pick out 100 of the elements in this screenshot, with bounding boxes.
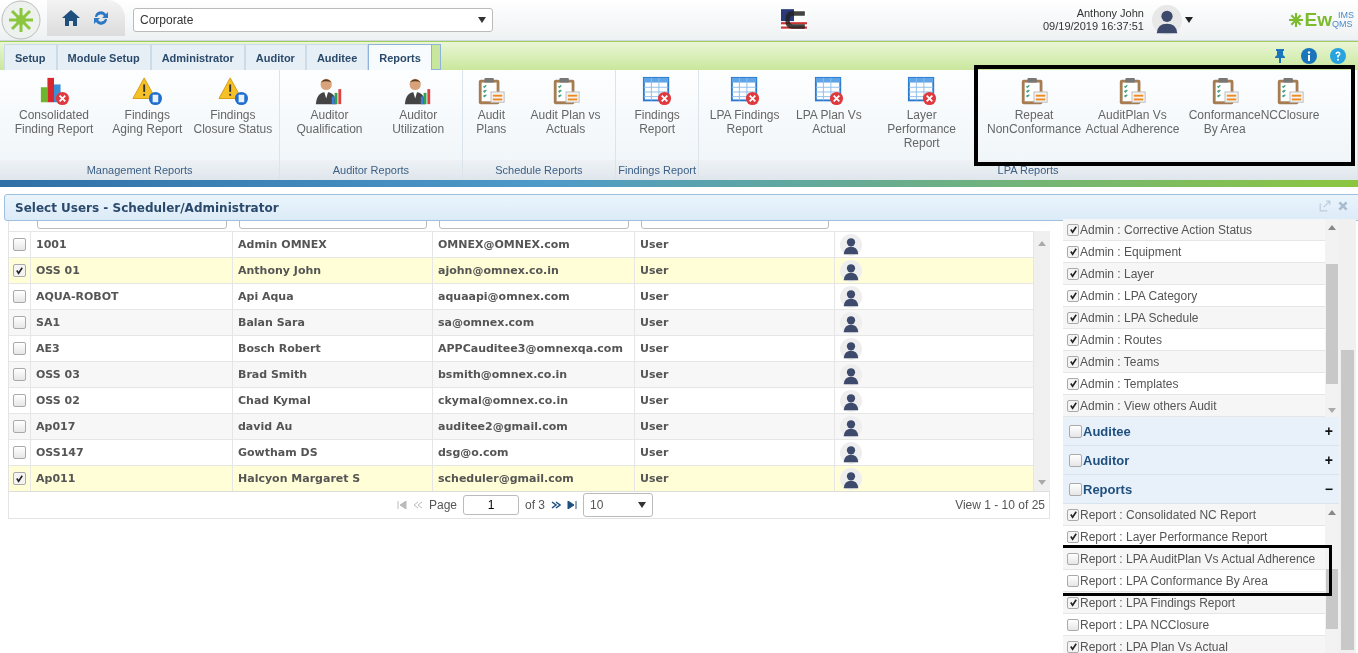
last-page-icon[interactable]	[567, 501, 578, 509]
report-button[interactable]: Findings Report	[618, 76, 697, 160]
scroll-up-icon[interactable]	[1328, 225, 1336, 230]
permission-label: Report : LPA AuditPlan Vs Actual Adherence	[1080, 551, 1316, 566]
menu-tab[interactable]: Auditor	[244, 44, 306, 70]
help-icon[interactable]	[1330, 48, 1346, 64]
permission-label: Report : LPA Plan Vs Actual	[1080, 639, 1228, 653]
checkbox[interactable]	[1067, 399, 1079, 412]
report-button[interactable]: Repeat NonConformance	[987, 76, 1081, 160]
clipboard-icon	[1275, 76, 1305, 106]
scroll-up-icon[interactable]	[1328, 510, 1336, 515]
report-button[interactable]: LPA Findings Report	[701, 76, 789, 160]
permission-label: Admin : Templates	[1080, 376, 1179, 391]
caret-icon[interactable]	[1184, 17, 1193, 23]
caret-icon	[638, 502, 647, 508]
home-icon[interactable]	[61, 8, 81, 28]
scroll-down-icon[interactable]	[1328, 408, 1336, 413]
menu-tab[interactable]: Auditee	[305, 44, 369, 70]
scroll-down-icon[interactable]	[1038, 480, 1046, 485]
first-page-icon[interactable]	[397, 501, 407, 509]
menu-tab[interactable]: Administrator	[150, 44, 245, 70]
scrollbar[interactable]	[1339, 219, 1356, 653]
report-button[interactable]: Findings Closure Status	[188, 76, 278, 160]
page-label: Page	[429, 498, 458, 512]
avatar-icon[interactable]	[1151, 5, 1182, 35]
pin-icon[interactable]	[1272, 48, 1288, 64]
section-header[interactable]: Auditor +	[1063, 446, 1339, 475]
table-icon	[813, 76, 844, 106]
group-label: Schedule Reports	[462, 160, 616, 180]
permission-label: Admin : Teams	[1080, 354, 1160, 369]
section-header[interactable]: Auditee +	[1063, 417, 1339, 446]
checkbox[interactable]	[1067, 333, 1079, 346]
scrollbar[interactable]	[1034, 231, 1050, 491]
permission-label: Admin : LPA Category	[1080, 288, 1198, 303]
checkbox[interactable]	[1069, 424, 1082, 438]
permission-label: Report : LPA NCClosure	[1080, 617, 1210, 632]
report-button[interactable]: Audit Plans	[464, 76, 518, 160]
checkbox[interactable]	[1067, 552, 1079, 565]
report-button[interactable]: LPA Plan Vs Actual	[788, 76, 870, 160]
checkbox[interactable]	[13, 368, 26, 381]
checkbox[interactable]	[1067, 289, 1079, 302]
checkbox[interactable]	[13, 342, 26, 355]
checkbox[interactable]	[1067, 245, 1079, 258]
checkbox[interactable]	[13, 316, 26, 329]
menu-tab[interactable]: Setup	[4, 44, 57, 70]
checkbox[interactable]	[13, 290, 26, 303]
checkbox[interactable]	[1069, 482, 1082, 496]
checkbox[interactable]	[1067, 223, 1079, 236]
checkbox[interactable]	[1067, 574, 1079, 587]
report-button[interactable]: Findings Aging Report	[106, 76, 189, 160]
checkbox[interactable]	[13, 420, 26, 433]
toggle-sign[interactable]: −	[1324, 481, 1333, 497]
checkbox[interactable]	[13, 264, 26, 277]
page-size-dropdown[interactable]: 10	[583, 493, 654, 517]
checkbox[interactable]	[1067, 311, 1079, 324]
site-dropdown[interactable]: Corporate	[133, 8, 493, 32]
user-name: Anthony John	[1076, 7, 1144, 20]
checkbox[interactable]	[1067, 508, 1079, 521]
checkbox[interactable]	[1067, 618, 1079, 631]
group-label: Management Reports	[0, 160, 280, 180]
checkbox[interactable]	[1067, 596, 1079, 609]
report-button[interactable]: Auditor Qualification	[282, 76, 377, 160]
checkbox[interactable]	[1067, 640, 1079, 653]
table-icon	[642, 76, 673, 106]
logo-icon[interactable]	[1, 0, 41, 40]
permission-label: Admin : LPA Schedule	[1080, 310, 1199, 325]
popout-icon[interactable]	[1319, 199, 1333, 214]
info-icon[interactable]	[1301, 48, 1317, 64]
previous-page-icon[interactable]	[413, 501, 423, 509]
table-cell: scheduler@gmail.com	[433, 466, 635, 491]
checkbox[interactable]	[1067, 267, 1079, 280]
menu-tab[interactable]: Reports	[368, 44, 432, 70]
report-button[interactable]: Layer Performance Report	[869, 76, 974, 160]
report-button[interactable]: AuditPlan Vs Actual Adherence	[1080, 76, 1185, 160]
checkbox[interactable]	[1067, 355, 1079, 368]
scrollbar[interactable]	[1325, 219, 1339, 417]
checkbox[interactable]	[13, 472, 26, 485]
report-button[interactable]: Consolidated Finding Report	[2, 76, 106, 160]
checkbox[interactable]	[1067, 530, 1079, 543]
menu-tab[interactable]: Module Setup	[56, 44, 151, 70]
checkbox[interactable]	[13, 446, 26, 459]
report-button[interactable]: Audit Plan vs Actuals	[518, 76, 614, 160]
next-page-icon[interactable]	[551, 501, 562, 509]
brand-name: Ew	[1304, 9, 1332, 31]
refresh-icon[interactable]	[91, 8, 111, 28]
scrollbar[interactable]	[1325, 504, 1339, 653]
checkbox[interactable]	[1067, 377, 1079, 390]
scroll-up-icon[interactable]	[1038, 241, 1046, 246]
date-time: 09/19/2019 16:37:51	[1043, 20, 1144, 33]
clipboard-icon	[1117, 76, 1148, 106]
page-field[interactable]: 1	[463, 495, 520, 515]
section-header[interactable]: Reports −	[1063, 475, 1339, 504]
toggle-sign[interactable]: +	[1324, 423, 1333, 439]
checkbox[interactable]	[13, 394, 26, 407]
permission-label: Report : Consolidated NC Report	[1080, 507, 1257, 522]
report-button[interactable]: Auditor Utilization	[376, 76, 460, 160]
checkbox[interactable]	[1069, 453, 1082, 467]
toggle-sign[interactable]: +	[1324, 452, 1333, 468]
table-cell: Ap011	[31, 466, 233, 491]
checkbox[interactable]	[13, 238, 26, 251]
